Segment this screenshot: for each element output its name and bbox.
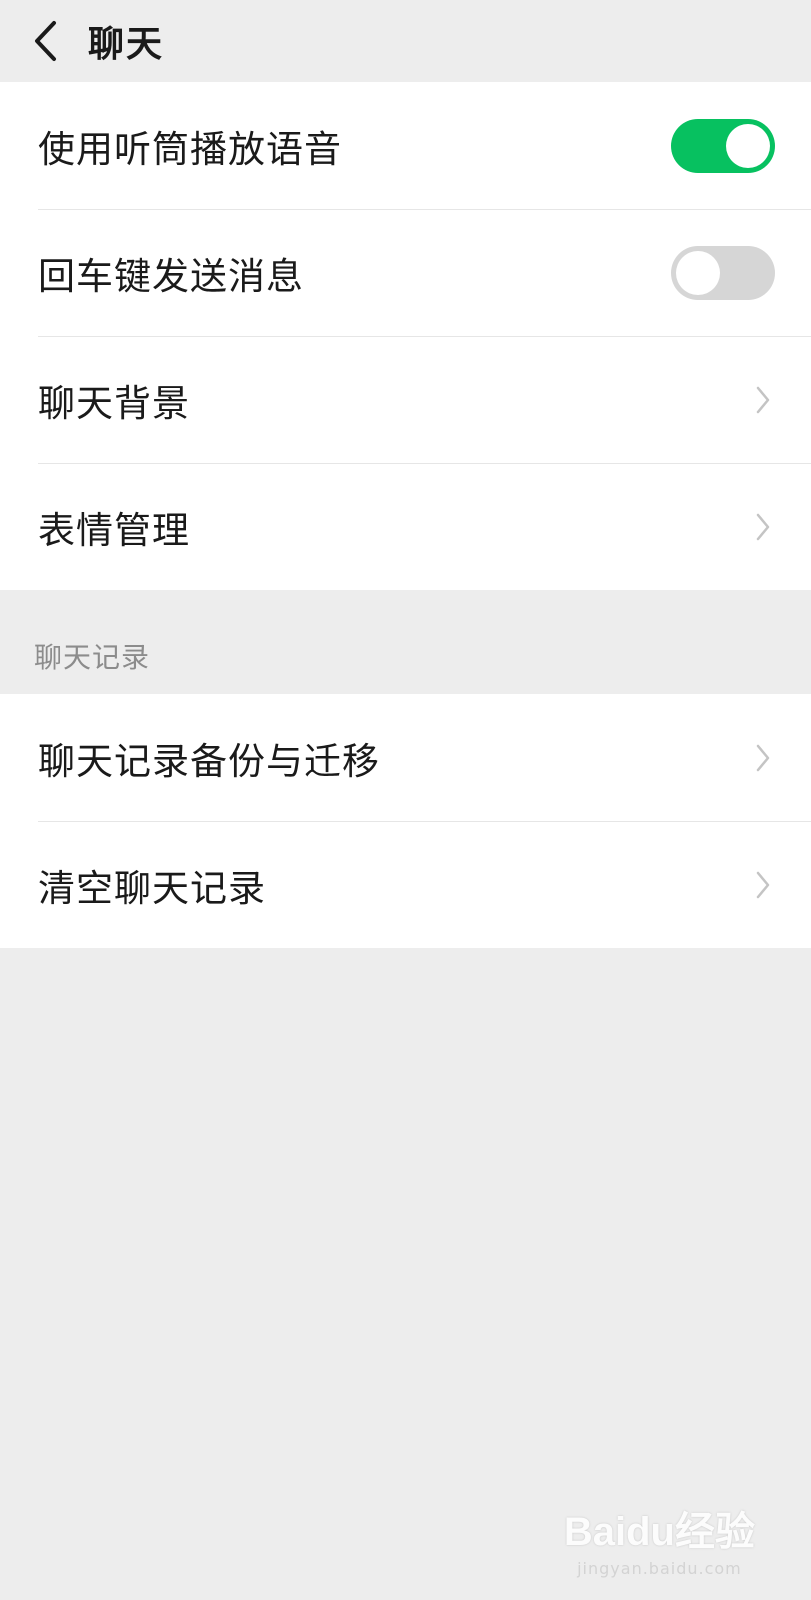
- chevron-right-icon: [751, 509, 775, 545]
- setting-label: 回车键发送消息: [38, 254, 304, 298]
- setting-label: 清空聊天记录: [38, 866, 266, 910]
- setting-row-earpiece[interactable]: 使用听筒播放语音: [0, 82, 811, 209]
- baidu-jingyan-watermark: Baidu经验 jingyan.baidu.com: [564, 1499, 755, 1578]
- back-button[interactable]: [14, 0, 76, 82]
- chevron-right-icon: [751, 740, 775, 776]
- setting-label: 聊天背景: [38, 381, 190, 425]
- top-bar: 聊天: [0, 0, 811, 82]
- setting-row-enter-send[interactable]: 回车键发送消息: [0, 209, 811, 336]
- chevron-left-icon: [35, 21, 56, 61]
- setting-label: 聊天记录备份与迁移: [38, 739, 380, 783]
- watermark-domain: jingyan.baidu.com: [577, 1559, 742, 1578]
- chevron-right-icon: [751, 867, 775, 903]
- chevron-right-icon: [751, 382, 775, 418]
- chat-history-group: 聊天记录备份与迁移 清空聊天记录: [0, 694, 811, 948]
- setting-row-backup-migrate[interactable]: 聊天记录备份与迁移: [0, 694, 811, 821]
- setting-row-clear-history[interactable]: 清空聊天记录: [0, 821, 811, 948]
- setting-row-sticker-management[interactable]: 表情管理: [0, 463, 811, 590]
- enter-send-toggle[interactable]: [671, 245, 775, 300]
- settings-group: 使用听筒播放语音 回车键发送消息 聊天背景 表情管理: [0, 82, 811, 590]
- earpiece-toggle[interactable]: [671, 118, 775, 173]
- section-header-chat-history: 聊天记录: [34, 641, 151, 674]
- watermark-brand: Baidu经验: [563, 1510, 755, 1554]
- toggle-knob: [726, 123, 770, 168]
- toggle-knob: [676, 250, 720, 295]
- setting-row-chat-background[interactable]: 聊天背景: [0, 336, 811, 463]
- setting-label: 使用听筒播放语音: [38, 127, 342, 171]
- page-title: 聊天: [88, 24, 165, 65]
- setting-label: 表情管理: [38, 508, 190, 552]
